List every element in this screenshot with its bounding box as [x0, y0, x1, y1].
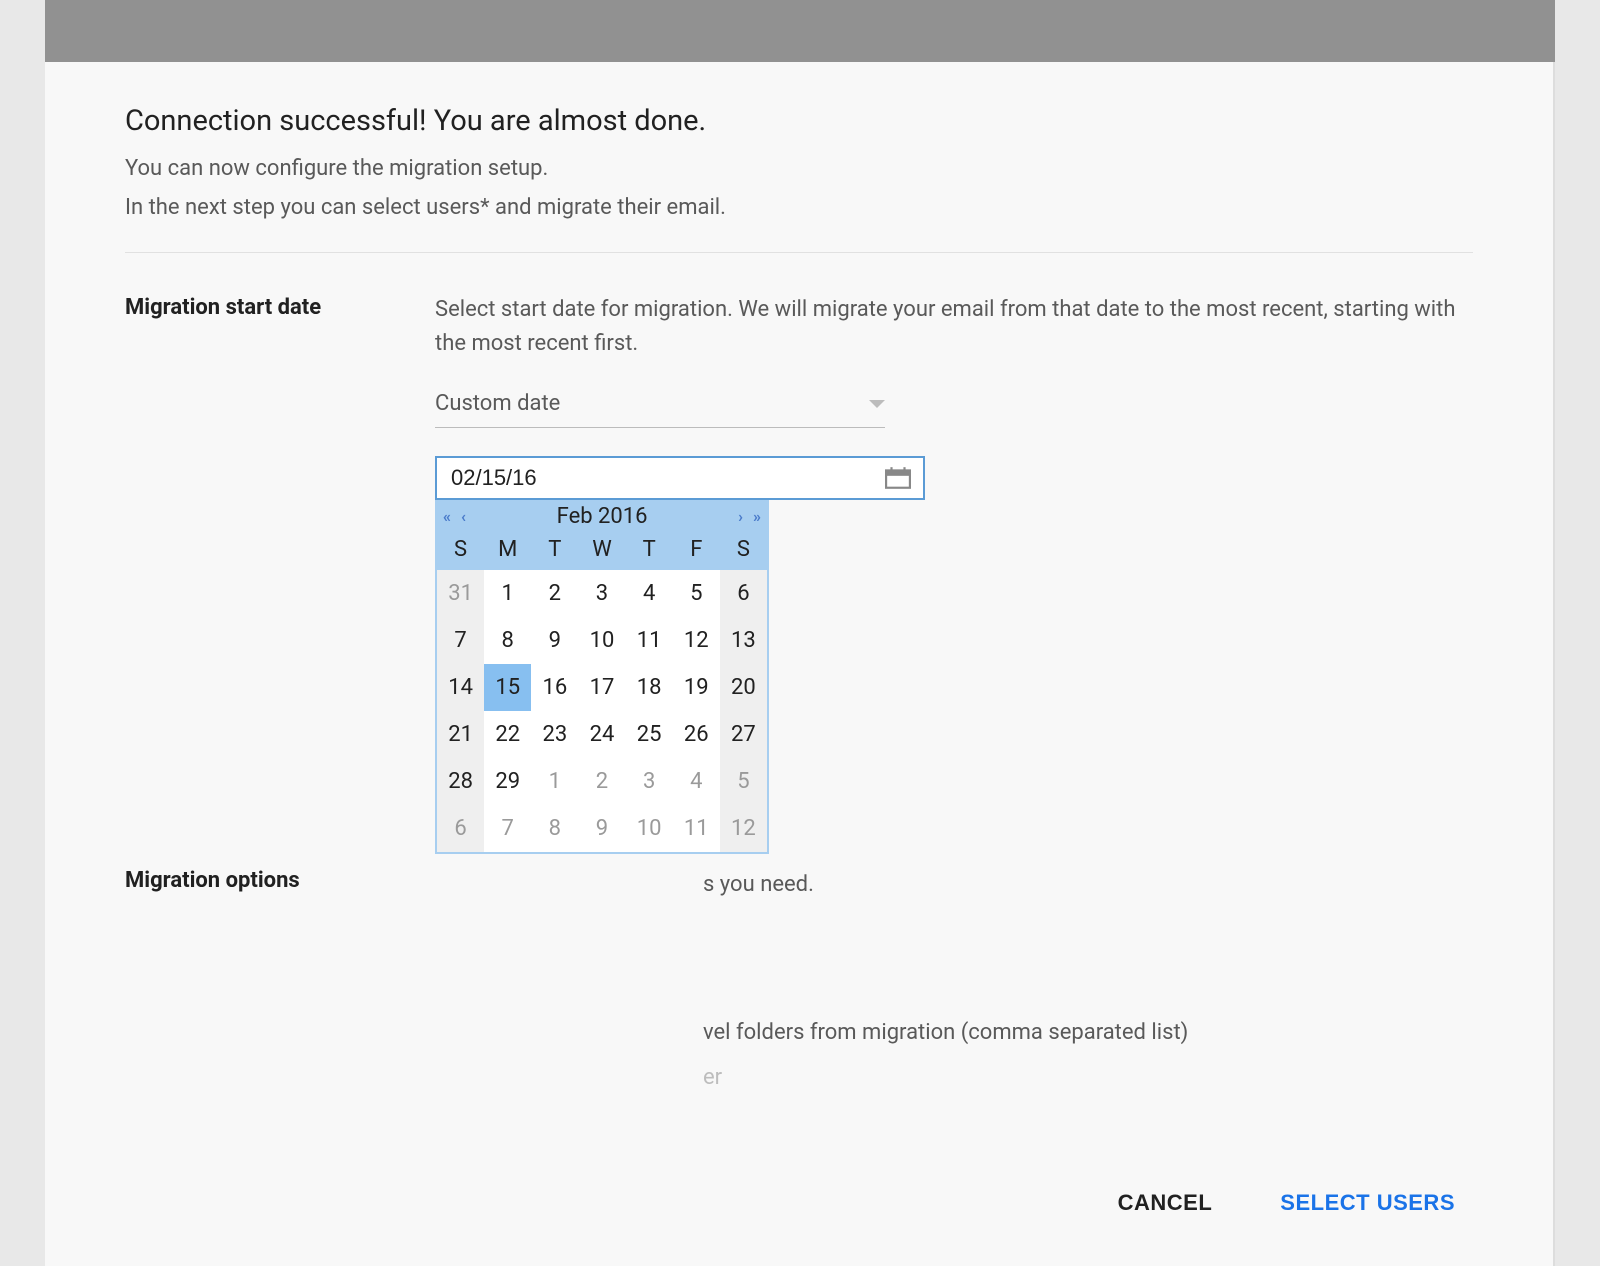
calendar-dow-row: SMTWTFS	[437, 532, 767, 570]
calendar-day[interactable]: 1	[484, 570, 531, 617]
calendar-day[interactable]: 2	[531, 570, 578, 617]
calendar-day[interactable]: 13	[720, 617, 767, 664]
date-input[interactable]	[437, 458, 873, 498]
options-line1-partial: s you need.	[703, 872, 814, 897]
calendar-day[interactable]: 11	[626, 617, 673, 664]
calendar-prev-year[interactable]: «	[441, 505, 453, 530]
cancel-button[interactable]: CANCEL	[1118, 1190, 1213, 1216]
calendar-day[interactable]: 10	[578, 617, 625, 664]
calendar-day[interactable]: 2	[578, 758, 625, 805]
calendar-day[interactable]: 10	[626, 805, 673, 852]
calendar-title: Feb 2016	[557, 500, 648, 534]
calendar-day[interactable]: 16	[531, 664, 578, 711]
calendar-day[interactable]: 8	[484, 617, 531, 664]
calendar-day[interactable]: 4	[626, 570, 673, 617]
calendar-day[interactable]: 7	[484, 805, 531, 852]
calendar-dow-cell: T	[626, 532, 673, 570]
calendar-day[interactable]: 8	[531, 805, 578, 852]
calendar-day[interactable]: 14	[437, 664, 484, 711]
calendar-day[interactable]: 31	[437, 570, 484, 617]
action-bar: CANCEL SELECT USERS	[125, 1190, 1473, 1216]
page-subtitle-1: You can now configure the migration setu…	[125, 156, 1473, 181]
start-date-description: Select start date for migration. We will…	[435, 293, 1473, 361]
calendar-day[interactable]: 22	[484, 711, 531, 758]
title-bar	[45, 0, 1555, 62]
calendar-day[interactable]: 29	[484, 758, 531, 805]
content-panel: Connection successful! You are almost do…	[45, 62, 1555, 1266]
options-label: Migration options	[125, 866, 435, 893]
calendar-day[interactable]: 20	[720, 664, 767, 711]
select-users-button[interactable]: SELECT USERS	[1280, 1190, 1455, 1216]
calendar-day[interactable]: 23	[531, 711, 578, 758]
calendar-day[interactable]: 12	[673, 617, 720, 664]
calendar-day[interactable]: 26	[673, 711, 720, 758]
calendar-day[interactable]: 19	[673, 664, 720, 711]
calendar-day[interactable]: 3	[626, 758, 673, 805]
section-divider	[125, 252, 1473, 253]
calendar-prev-month[interactable]: ‹	[459, 505, 468, 530]
calendar-day[interactable]: 3	[578, 570, 625, 617]
options-exclude-input-partial[interactable]: er	[703, 1065, 722, 1090]
calendar-next-month[interactable]: ›	[736, 505, 745, 530]
calendar-day[interactable]: 7	[437, 617, 484, 664]
calendar-day[interactable]: 5	[673, 570, 720, 617]
calendar-popup: « ‹ Feb 2016 › » SMTWTFS 311234567891011…	[435, 500, 769, 854]
calendar-day[interactable]: 28	[437, 758, 484, 805]
calendar-dow-cell: W	[578, 532, 625, 570]
calendar-day[interactable]: 9	[578, 805, 625, 852]
calendar-day[interactable]: 4	[673, 758, 720, 805]
start-date-label: Migration start date	[125, 293, 435, 320]
calendar-day[interactable]: 21	[437, 711, 484, 758]
calendar-next-year[interactable]: »	[751, 505, 763, 530]
calendar-day[interactable]: 5	[720, 758, 767, 805]
calendar-dow-cell: F	[673, 532, 720, 570]
calendar-day[interactable]: 15	[484, 664, 531, 711]
calendar-day[interactable]: 17	[578, 664, 625, 711]
page-title: Connection successful! You are almost do…	[125, 104, 1473, 138]
calendar-day[interactable]: 11	[673, 805, 720, 852]
calendar-dow-cell: M	[484, 532, 531, 570]
calendar-dow-cell: S	[437, 532, 484, 570]
calendar-day[interactable]: 27	[720, 711, 767, 758]
calendar-dow-cell: S	[720, 532, 767, 570]
calendar-icon[interactable]	[873, 458, 923, 498]
calendar-grid: 3112345678910111213141516171819202122232…	[437, 570, 767, 852]
date-input-wrap[interactable]	[435, 456, 925, 500]
date-type-select[interactable]: Custom date	[435, 387, 885, 428]
date-type-select-value: Custom date	[435, 387, 560, 421]
calendar-day[interactable]: 12	[720, 805, 767, 852]
calendar-day[interactable]: 25	[626, 711, 673, 758]
calendar-day[interactable]: 6	[437, 805, 484, 852]
calendar-day[interactable]: 18	[626, 664, 673, 711]
calendar-day[interactable]: 6	[720, 570, 767, 617]
calendar-day[interactable]: 1	[531, 758, 578, 805]
calendar-day[interactable]: 9	[531, 617, 578, 664]
page-subtitle-2: In the next step you can select users* a…	[125, 195, 1473, 220]
calendar-day[interactable]: 24	[578, 711, 625, 758]
chevron-down-icon	[869, 400, 885, 408]
calendar-dow-cell: T	[531, 532, 578, 570]
